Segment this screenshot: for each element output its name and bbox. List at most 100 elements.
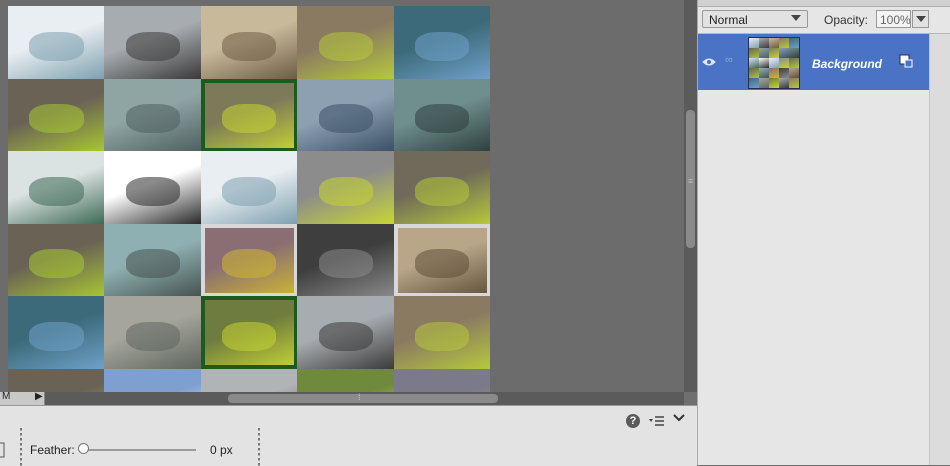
thumbnail-cell: [779, 48, 789, 58]
tile-group-framed: [200, 223, 298, 297]
tile-detail: [125, 176, 181, 206]
tile-group-sunset: [393, 368, 490, 392]
thumbnail-cell: [779, 38, 789, 48]
layers-panel: Normal Opacity: 100% ∞ Background: [697, 0, 950, 465]
thumbnail-cell: [759, 78, 769, 88]
thumbnail-cell: [769, 48, 779, 58]
canvas-area[interactable]: [0, 0, 684, 392]
tile-group-bright: [297, 368, 395, 392]
thumbnail-cell: [769, 38, 779, 48]
tile-robot-chrome: [104, 6, 202, 79]
tile-robot-flag: [297, 78, 395, 152]
link-icon[interactable]: ∞: [725, 54, 733, 66]
tile-detail: [414, 104, 470, 134]
scroll-grip-icon: ⁞: [358, 392, 361, 402]
thumbnail-cell: [769, 68, 779, 78]
thumbnail-cell: [759, 38, 769, 48]
tile-detail: [318, 104, 373, 134]
scroll-grip-icon: ≡: [688, 176, 694, 186]
thumbnail-cell: [749, 78, 759, 88]
tile-robot-chrome-2: [297, 296, 395, 369]
thumbnail-cell: [769, 78, 779, 88]
tile-group-street-6: [8, 368, 105, 392]
chevron-down-icon: [916, 16, 926, 22]
first-page-icon[interactable]: M: [2, 391, 10, 402]
tile-robot-teal: [393, 78, 490, 152]
tile-group-street-4: [8, 223, 105, 297]
tile-detail: [414, 249, 470, 279]
thumbnail-cell: [759, 68, 769, 78]
blend-mode-select[interactable]: Normal: [702, 10, 808, 28]
tile-detail: [318, 249, 373, 279]
horizontal-scroll-thumb[interactable]: [228, 394, 498, 403]
tile-group-street-2: [8, 78, 105, 152]
thumbnail-cell: [769, 58, 779, 68]
tile-detail: [222, 321, 277, 351]
tile-detail: [125, 104, 181, 134]
thumbnail-cell: [749, 48, 759, 58]
tile-robot-grey: [200, 368, 298, 392]
canvas-vertical-scrollbar[interactable]: ≡: [684, 0, 697, 392]
help-icon[interactable]: ?: [626, 414, 640, 428]
tile-detail: [222, 31, 277, 61]
tile-group-street-3: [393, 151, 490, 224]
divider: [258, 428, 260, 466]
tile-detail: [29, 249, 84, 279]
next-page-icon[interactable]: ▶: [35, 391, 43, 402]
thumbnail-cell: [789, 58, 799, 68]
tile-group-street-5: [393, 296, 490, 369]
layer-row-background[interactable]: ∞ Background: [698, 34, 929, 90]
thumbnail-cell: [789, 78, 799, 88]
tile-group-sepia-frame: [393, 223, 490, 297]
tile-detail: [29, 321, 84, 351]
layers-scrollbar[interactable]: [929, 34, 950, 465]
tile-detail: [125, 321, 181, 351]
eye-icon[interactable]: [702, 57, 716, 67]
layer-name[interactable]: Background: [812, 57, 882, 71]
tile-bridge-sepia: [200, 6, 298, 79]
opacity-dropdown-button[interactable]: [912, 10, 929, 28]
tile-robot-sea: [104, 223, 202, 297]
panel-header-strip: [698, 0, 950, 7]
thumbnail-cell: [789, 38, 799, 48]
tile-detail: [414, 321, 470, 351]
tile-group-cafe: [104, 296, 202, 369]
tile-detail: [222, 249, 277, 279]
thumbnail-cell: [749, 58, 759, 68]
tile-group-green-frame: [200, 78, 298, 152]
tool-icon[interactable]: [0, 440, 6, 460]
thumbnail-cell: [789, 68, 799, 78]
tile-group-green-frame-2: [200, 296, 298, 369]
tile-detail: [318, 321, 373, 351]
tile-detail: [29, 104, 84, 134]
tile-cloud-blue: [104, 368, 202, 392]
tile-detail: [414, 31, 470, 61]
opacity-field[interactable]: 100%: [876, 10, 911, 28]
tile-detail: [125, 31, 181, 61]
image-collage[interactable]: [8, 6, 490, 392]
feather-value[interactable]: 0 px: [210, 443, 233, 457]
feather-slider-knob[interactable]: [78, 443, 89, 454]
tile-bulb-robot: [104, 78, 202, 152]
layer-thumbnail[interactable]: [748, 37, 800, 89]
tile-detail: [318, 176, 373, 206]
blend-mode-value: Normal: [709, 13, 748, 27]
tile-bird-cartoon: [8, 6, 105, 79]
tile-bird-cartoon-2: [200, 151, 298, 224]
panel-menu-icon[interactable]: [649, 415, 665, 427]
collapse-chevron-icon[interactable]: [672, 412, 686, 424]
thumbnail-cell: [749, 38, 759, 48]
canvas-horizontal-scrollbar[interactable]: M ▶ ⁞: [0, 391, 684, 405]
page-nav[interactable]: M ▶: [0, 391, 45, 405]
feather-slider-track[interactable]: [84, 449, 196, 451]
tile-group-table-bw: [297, 151, 395, 224]
tile-detail: [29, 176, 84, 206]
tile-bulb: [8, 151, 105, 224]
tile-detail: [222, 104, 277, 134]
tile-detail: [222, 176, 277, 206]
divider: [20, 428, 22, 466]
layer-lock-icon[interactable]: [899, 54, 913, 68]
tile-detail: [414, 176, 470, 206]
tile-robot-black: [104, 151, 202, 224]
tile-detail: [125, 249, 181, 279]
